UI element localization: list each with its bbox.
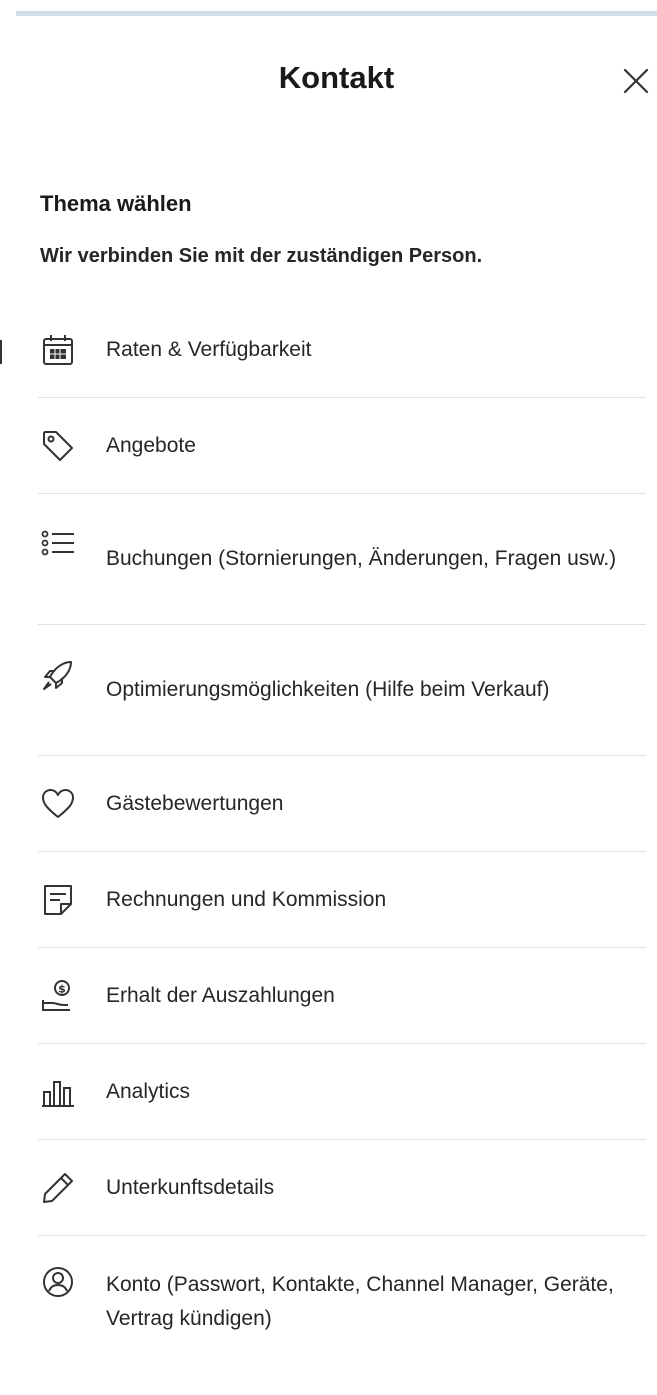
topic-label: Angebote xyxy=(106,433,196,457)
topic-item-account[interactable]: Konto (Passwort, Kontakte, Channel Manag… xyxy=(38,1236,646,1367)
bar-chart-icon xyxy=(38,1072,78,1112)
background-edge-mark xyxy=(0,340,2,364)
topic-item-invoices[interactable]: Rechnungen und Kommission xyxy=(38,852,646,948)
page: Kontakt Thema wählen Wir verbinden Sie m… xyxy=(0,0,657,1395)
section-description: Wir verbinden Sie mit der zuständigen Pe… xyxy=(40,245,483,267)
list-icon xyxy=(38,524,78,564)
topic-item-rates-availability[interactable]: Raten & Verfügbarkeit xyxy=(38,302,646,398)
topic-label: Buchungen (Stornierungen, Änderungen, Fr… xyxy=(106,547,617,570)
topic-label: Erhalt der Auszahlungen xyxy=(106,983,335,1007)
contact-panel: Kontakt Thema wählen Wir verbinden Sie m… xyxy=(16,11,657,1395)
intro-section: Thema wählen Wir verbinden Sie mit der z… xyxy=(16,140,657,270)
account-icon xyxy=(38,1262,78,1302)
topic-label: Analytics xyxy=(106,1079,191,1103)
payout-icon: $ xyxy=(38,976,78,1016)
topic-list: Raten & Verfügbarkeit Angebote Buchungen… xyxy=(38,302,646,1367)
heart-icon xyxy=(38,784,78,824)
topic-item-bookings[interactable]: Buchungen (Stornierungen, Änderungen, Fr… xyxy=(38,494,646,625)
topic-label: Gästebewertungen xyxy=(106,791,284,815)
panel-header: Kontakt xyxy=(16,16,657,140)
section-heading: Thema wählen xyxy=(40,191,192,216)
topic-label: Konto (Passwort, Kontakte, Channel Manag… xyxy=(106,1272,614,1330)
calendar-icon xyxy=(38,330,78,370)
rocket-icon xyxy=(38,655,78,695)
topic-label: Rechnungen und Kommission xyxy=(106,887,387,911)
topic-item-guest-reviews[interactable]: Gästebewertungen xyxy=(38,756,646,852)
topic-item-property-details[interactable]: Unterkunftsdetails xyxy=(38,1140,646,1236)
svg-text:$: $ xyxy=(58,982,66,995)
topic-label: Optimierungsmöglichkeiten (Hilfe beim Ve… xyxy=(106,678,550,701)
invoice-icon xyxy=(38,880,78,920)
close-icon xyxy=(623,68,649,94)
topic-item-payouts[interactable]: $ Erhalt der Auszahlungen xyxy=(38,948,646,1044)
page-title: Kontakt xyxy=(278,60,395,95)
close-button[interactable] xyxy=(619,64,653,98)
topic-label: Raten & Verfügbarkeit xyxy=(106,337,312,361)
topic-item-optimization[interactable]: Optimierungsmöglichkeiten (Hilfe beim Ve… xyxy=(38,625,646,756)
pencil-icon xyxy=(38,1168,78,1208)
topic-item-offers[interactable]: Angebote xyxy=(38,398,646,494)
tag-icon xyxy=(38,426,78,466)
topic-label: Unterkunftsdetails xyxy=(106,1175,275,1199)
topic-item-analytics[interactable]: Analytics xyxy=(38,1044,646,1140)
